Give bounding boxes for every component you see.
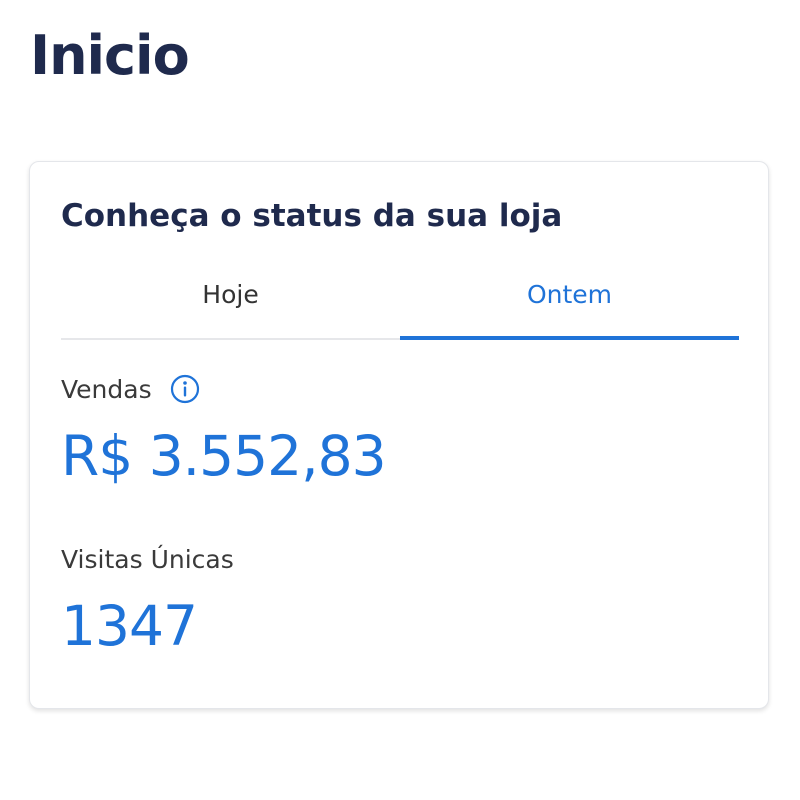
unique-visits-label: Visitas Únicas — [61, 545, 234, 574]
unique-visits-value: 1347 — [61, 594, 198, 658]
page-title: Inicio — [30, 24, 190, 87]
home-screen: Inicio Conheça o status da sua loja Hoje… — [0, 0, 800, 800]
sales-label-row: Vendas — [61, 374, 200, 404]
tab-hoje[interactable]: Hoje — [61, 268, 400, 338]
sales-label: Vendas — [61, 374, 152, 404]
info-icon[interactable] — [170, 374, 200, 404]
period-tabs: Hoje Ontem — [61, 268, 739, 340]
sales-value: R$ 3.552,83 — [61, 424, 387, 488]
card-title: Conheça o status da sua loja — [61, 198, 563, 234]
store-status-card: Conheça o status da sua loja Hoje Ontem … — [29, 161, 769, 709]
tab-ontem[interactable]: Ontem — [400, 268, 739, 340]
